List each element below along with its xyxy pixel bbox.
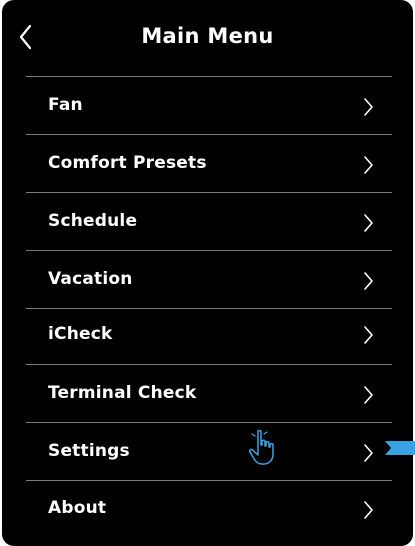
main-menu-list: Fan Comfort Presets Schedule Vacation iC	[26, 76, 392, 538]
chevron-right-icon	[364, 386, 373, 404]
menu-item-vacation[interactable]: Vacation	[26, 250, 392, 308]
header: Main Menu	[2, 0, 413, 76]
chevron-right-icon	[364, 444, 373, 462]
chevron-right-icon	[364, 98, 373, 116]
menu-item-fan[interactable]: Fan	[26, 76, 392, 134]
chevron-right-icon	[364, 501, 373, 519]
menu-item-about[interactable]: About	[26, 480, 392, 538]
hand-pointer-icon	[249, 429, 274, 465]
chevron-right-icon	[364, 272, 373, 290]
page-title: Main Menu	[141, 24, 274, 48]
menu-item-settings[interactable]: Settings	[26, 422, 392, 480]
menu-item-label: Fan	[48, 95, 83, 115]
menu-item-terminal-check[interactable]: Terminal Check	[26, 364, 392, 422]
menu-item-icheck[interactable]: iCheck	[26, 308, 392, 364]
menu-item-label: Settings	[48, 441, 130, 461]
menu-item-label: Vacation	[48, 269, 133, 289]
menu-item-label: Terminal Check	[48, 383, 197, 403]
menu-item-label: Schedule	[48, 211, 138, 231]
menu-item-schedule[interactable]: Schedule	[26, 192, 392, 250]
thermostat-screen: Main Menu Fan Comfort Presets Schedule V…	[2, 0, 413, 546]
chevron-right-icon	[364, 326, 373, 344]
chevron-right-icon	[364, 156, 373, 174]
blue-arrow-marker-icon	[385, 441, 415, 455]
menu-item-label: About	[48, 498, 107, 518]
menu-item-label: iCheck	[48, 324, 113, 344]
menu-item-label: Comfort Presets	[48, 153, 207, 173]
chevron-right-icon	[364, 214, 373, 232]
menu-item-comfort-presets[interactable]: Comfort Presets	[26, 134, 392, 192]
